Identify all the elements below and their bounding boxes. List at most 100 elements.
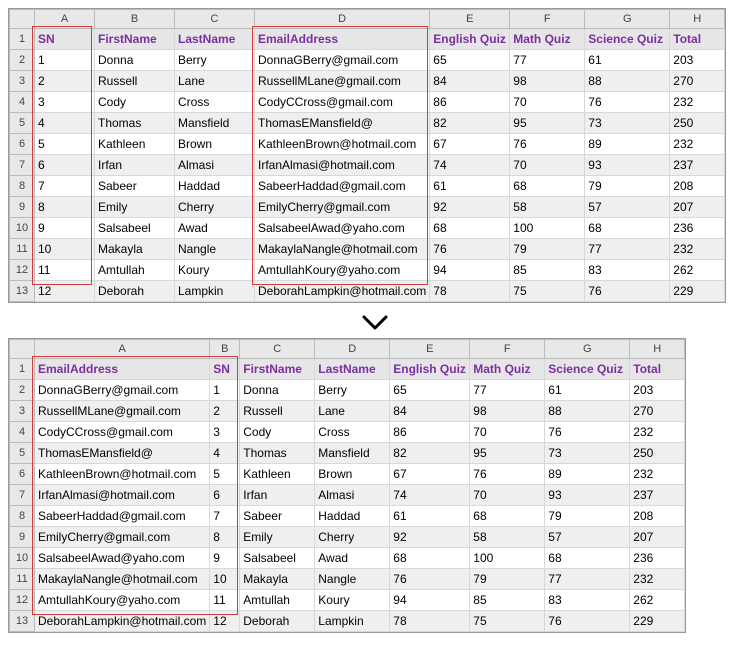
cell[interactable]: 78 <box>390 611 470 632</box>
column-header-G[interactable]: G <box>585 10 670 29</box>
cell[interactable]: Nangle <box>315 569 390 590</box>
cell[interactable]: 79 <box>510 239 585 260</box>
cell[interactable]: 77 <box>545 569 630 590</box>
cell[interactable]: 79 <box>470 569 545 590</box>
cell[interactable]: 232 <box>670 134 725 155</box>
cell[interactable]: Almasi <box>315 485 390 506</box>
cell[interactable]: 58 <box>470 527 545 548</box>
row-header[interactable]: 4 <box>10 92 35 113</box>
cell[interactable]: MakaylaNangle@hotmail.com <box>255 239 430 260</box>
column-header-G[interactable]: G <box>545 340 630 359</box>
cell[interactable]: Thomas <box>240 443 315 464</box>
header-cell[interactable]: Math Quiz <box>510 29 585 50</box>
cell[interactable]: 6 <box>210 485 240 506</box>
row-header[interactable]: 3 <box>10 401 35 422</box>
cell[interactable]: Lane <box>175 71 255 92</box>
cell[interactable]: Amtullah <box>240 590 315 611</box>
cell[interactable]: 10 <box>35 239 95 260</box>
cell[interactable]: KathleenBrown@hotmail.com <box>35 464 210 485</box>
cell[interactable]: Lane <box>315 401 390 422</box>
cell[interactable]: 270 <box>630 401 685 422</box>
cell[interactable]: IrfanAlmasi@hotmail.com <box>35 485 210 506</box>
cell[interactable]: AmtullahKoury@yaho.com <box>255 260 430 281</box>
cell[interactable]: EmilyCherry@gmail.com <box>255 197 430 218</box>
cell[interactable]: 57 <box>545 527 630 548</box>
column-header-B[interactable]: B <box>210 340 240 359</box>
cell[interactable]: 70 <box>510 155 585 176</box>
cell[interactable]: 237 <box>670 155 725 176</box>
cell[interactable]: 85 <box>470 590 545 611</box>
header-cell[interactable]: SN <box>35 29 95 50</box>
cell[interactable]: Kathleen <box>95 134 175 155</box>
cell[interactable]: 203 <box>670 50 725 71</box>
select-all-corner[interactable] <box>10 340 35 359</box>
cell[interactable]: 203 <box>630 380 685 401</box>
cell[interactable]: 68 <box>545 548 630 569</box>
cell[interactable]: EmilyCherry@gmail.com <box>35 527 210 548</box>
cell[interactable]: Irfan <box>240 485 315 506</box>
cell[interactable]: Makayla <box>95 239 175 260</box>
cell[interactable]: Cody <box>95 92 175 113</box>
cell[interactable]: 70 <box>510 92 585 113</box>
cell[interactable]: 73 <box>585 113 670 134</box>
cell[interactable]: SalsabeelAwad@yaho.com <box>255 218 430 239</box>
cell[interactable]: 1 <box>210 380 240 401</box>
cell[interactable]: Haddad <box>175 176 255 197</box>
cell[interactable]: Russell <box>240 401 315 422</box>
cell[interactable]: 84 <box>430 71 510 92</box>
cell[interactable]: Irfan <box>95 155 175 176</box>
cell[interactable]: 232 <box>630 422 685 443</box>
row-header[interactable]: 13 <box>10 611 35 632</box>
cell[interactable]: Cross <box>175 92 255 113</box>
cell[interactable]: 67 <box>390 464 470 485</box>
row-header[interactable]: 4 <box>10 422 35 443</box>
cell[interactable]: 5 <box>210 464 240 485</box>
cell[interactable]: Deborah <box>95 281 175 302</box>
cell[interactable]: Brown <box>315 464 390 485</box>
cell[interactable]: 74 <box>390 485 470 506</box>
cell[interactable]: 229 <box>670 281 725 302</box>
cell[interactable]: Almasi <box>175 155 255 176</box>
cell[interactable]: 2 <box>210 401 240 422</box>
cell[interactable]: 1 <box>35 50 95 71</box>
cell[interactable]: RussellMLane@gmail.com <box>255 71 430 92</box>
column-header-C[interactable]: C <box>240 340 315 359</box>
cell[interactable]: 75 <box>470 611 545 632</box>
cell[interactable]: 76 <box>585 92 670 113</box>
cell[interactable]: 76 <box>390 569 470 590</box>
cell[interactable]: 86 <box>390 422 470 443</box>
cell[interactable]: 68 <box>430 218 510 239</box>
row-header[interactable]: 10 <box>10 218 35 239</box>
cell[interactable]: 75 <box>510 281 585 302</box>
cell[interactable]: 98 <box>470 401 545 422</box>
row-header[interactable]: 2 <box>10 50 35 71</box>
cell[interactable]: Makayla <box>240 569 315 590</box>
row-header[interactable]: 11 <box>10 569 35 590</box>
cell[interactable]: AmtullahKoury@yaho.com <box>35 590 210 611</box>
cell[interactable]: 67 <box>430 134 510 155</box>
cell[interactable]: Lampkin <box>315 611 390 632</box>
cell[interactable]: 9 <box>210 548 240 569</box>
cell[interactable]: Sabeer <box>240 506 315 527</box>
cell[interactable]: 77 <box>470 380 545 401</box>
header-cell[interactable]: SN <box>210 359 240 380</box>
cell[interactable]: 229 <box>630 611 685 632</box>
cell[interactable]: 77 <box>585 239 670 260</box>
cell[interactable]: Thomas <box>95 113 175 134</box>
cell[interactable]: 8 <box>210 527 240 548</box>
cell[interactable]: Mansfield <box>175 113 255 134</box>
column-header-H[interactable]: H <box>670 10 725 29</box>
cell[interactable]: 61 <box>545 380 630 401</box>
cell[interactable]: DeborahLampkin@hotmail.com <box>35 611 210 632</box>
column-header-A[interactable]: A <box>35 10 95 29</box>
row-header[interactable]: 13 <box>10 281 35 302</box>
cell[interactable]: 237 <box>630 485 685 506</box>
header-cell[interactable]: LastName <box>315 359 390 380</box>
cell[interactable]: 207 <box>630 527 685 548</box>
cell[interactable]: 93 <box>545 485 630 506</box>
cell[interactable]: 5 <box>35 134 95 155</box>
cell[interactable]: 84 <box>390 401 470 422</box>
cell[interactable]: Donna <box>240 380 315 401</box>
column-header-A[interactable]: A <box>35 340 210 359</box>
cell[interactable]: Russell <box>95 71 175 92</box>
